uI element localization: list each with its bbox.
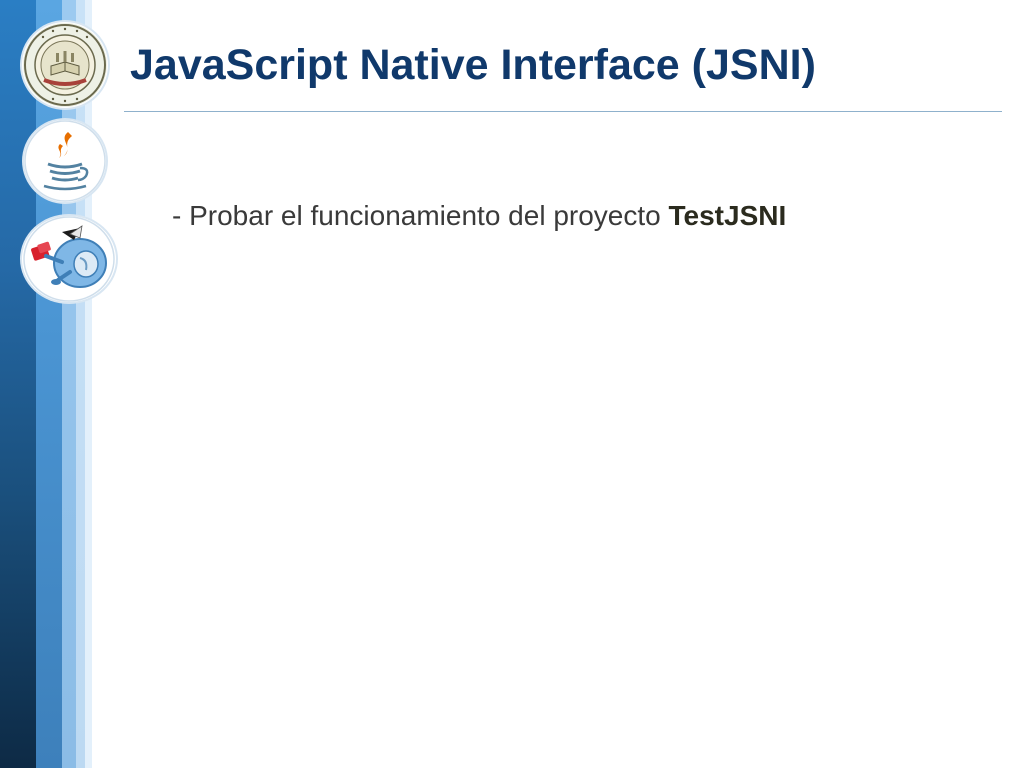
side-bar-faint xyxy=(85,0,92,768)
side-bar-lighter xyxy=(76,0,85,768)
slide: JavaScript Native Interface (JSNI) - Pro… xyxy=(0,0,1024,768)
university-seal-icon xyxy=(22,22,108,108)
decorative-side-bars xyxy=(0,0,92,768)
project-name: TestJSNI xyxy=(668,200,787,231)
title-divider xyxy=(124,111,1002,112)
gwt-toolbox-icon xyxy=(22,216,116,302)
java-coffee-cup-icon xyxy=(24,120,106,202)
bullet-text: - Probar el funcionamiento del proyecto xyxy=(172,200,669,231)
side-bar-light xyxy=(62,0,76,768)
side-bar-dark xyxy=(0,0,36,768)
slide-title: JavaScript Native Interface (JSNI) xyxy=(130,41,816,89)
bullet-item: - Probar el funcionamiento del proyecto … xyxy=(172,198,786,234)
side-bar-mid xyxy=(36,0,62,768)
